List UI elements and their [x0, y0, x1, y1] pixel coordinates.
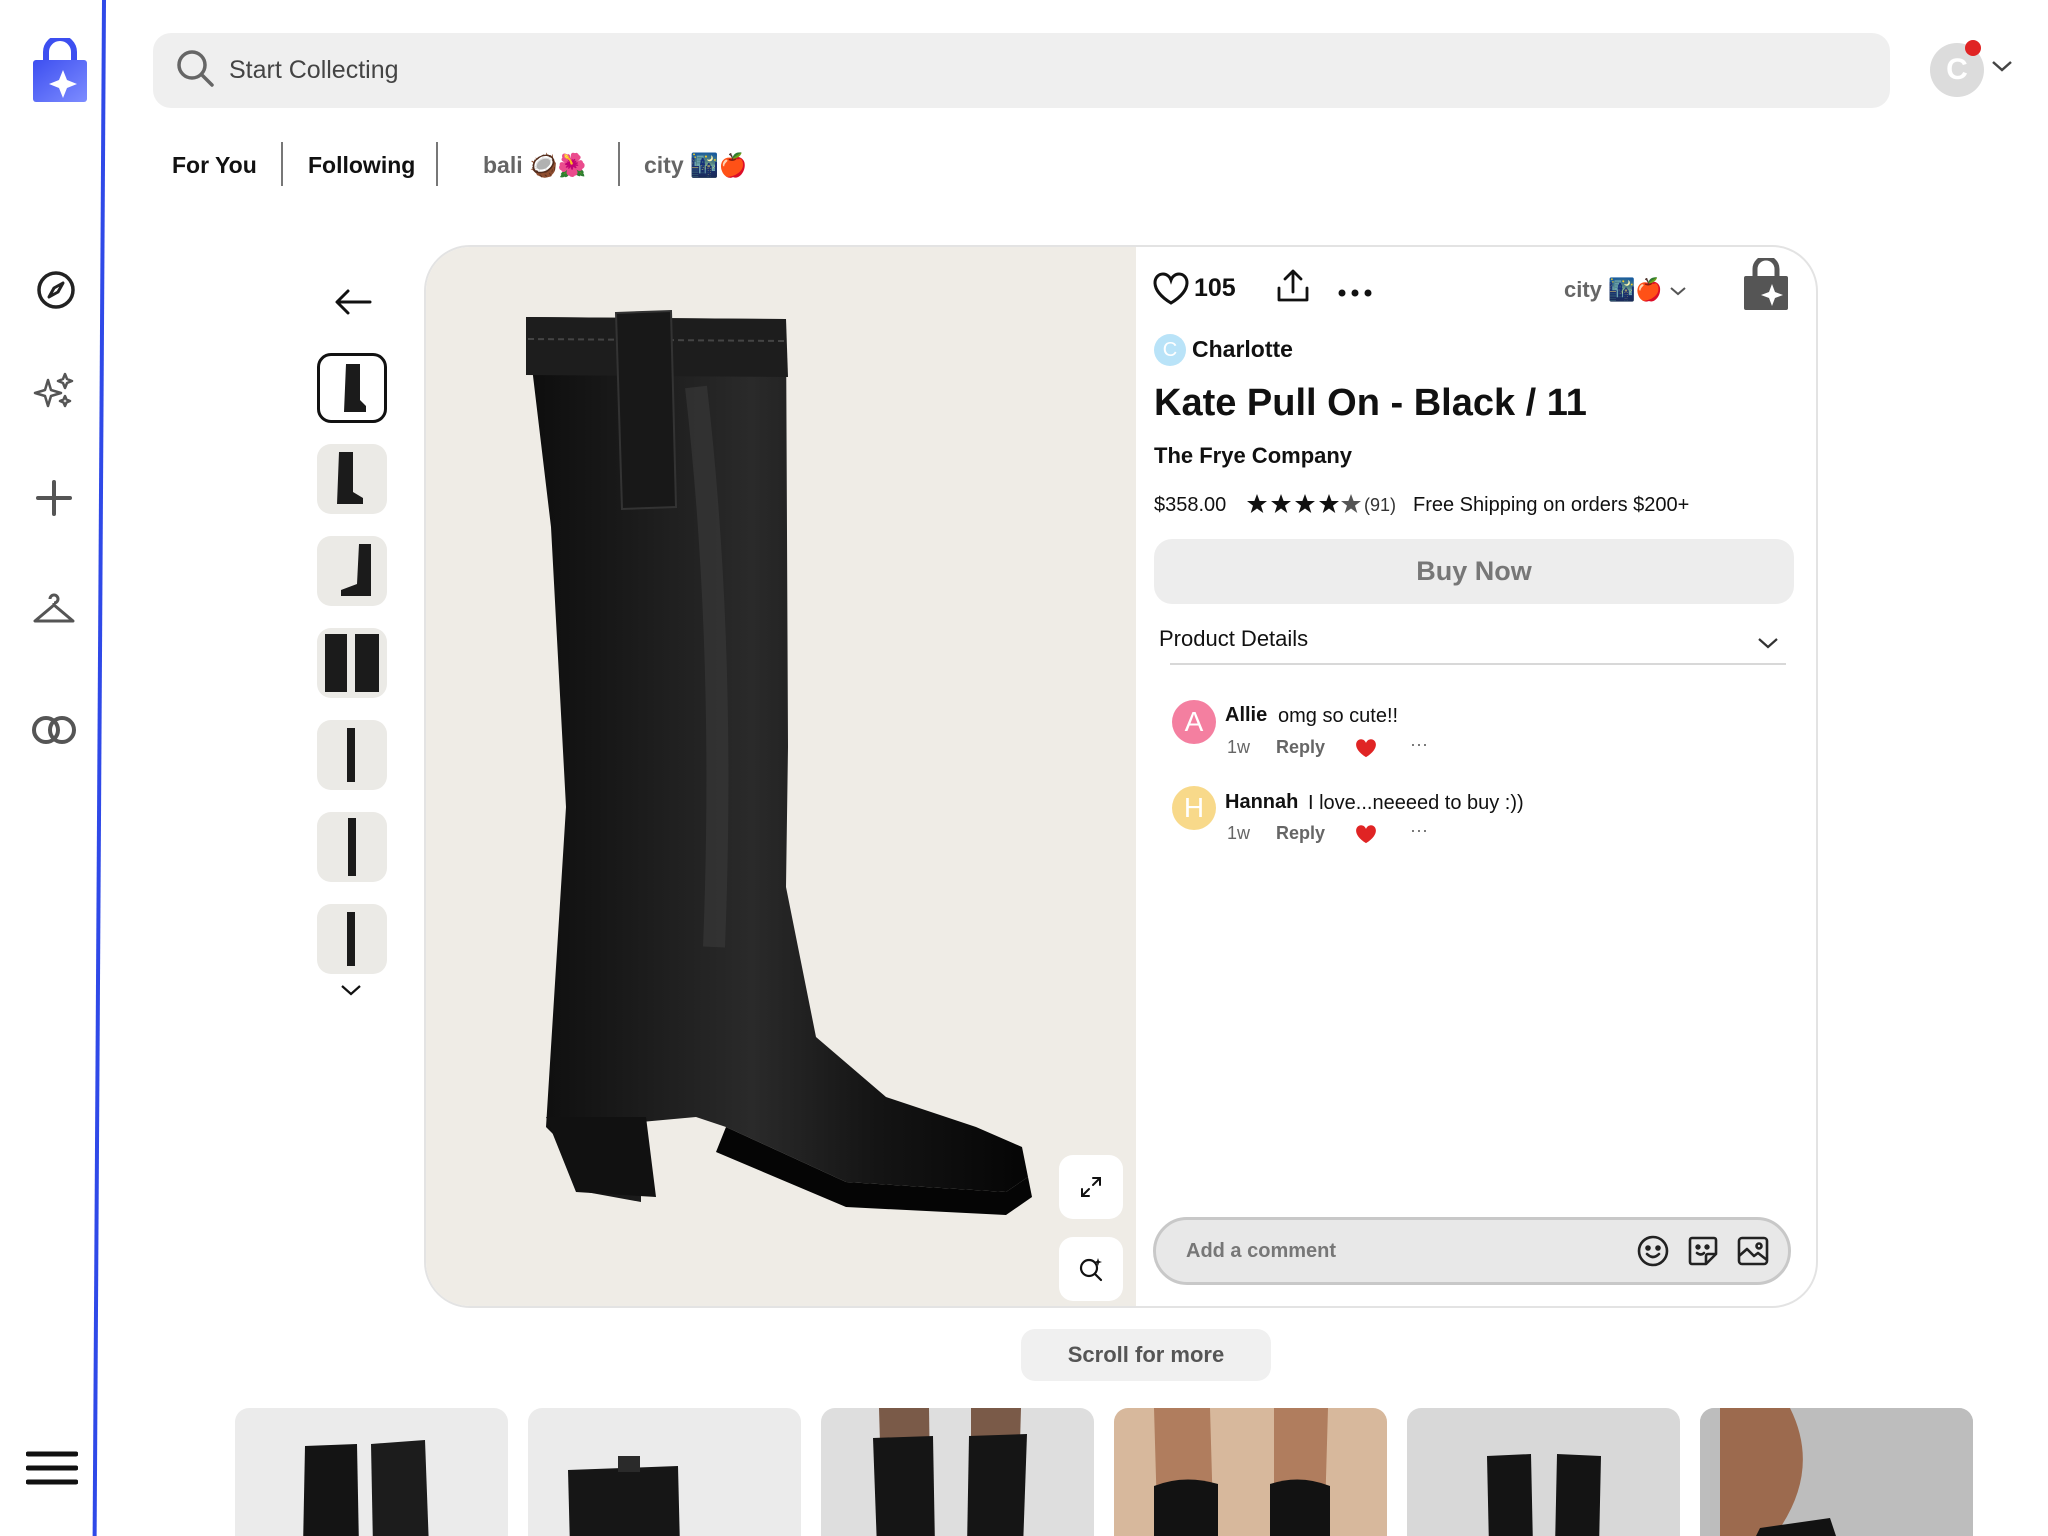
comment-text: omg so cute!!: [1278, 705, 1399, 727]
tab-for-you[interactable]: For You: [172, 142, 257, 188]
hanger-icon[interactable]: [24, 580, 84, 640]
search-icon: [175, 48, 215, 93]
collection-label: city 🌃🍎: [1564, 277, 1663, 302]
heart-outline-icon[interactable]: [1152, 272, 1190, 311]
product-tile[interactable]: [235, 1408, 508, 1536]
curator-name[interactable]: Charlotte: [1192, 336, 1293, 363]
like-count: 105: [1194, 274, 1236, 302]
avatar[interactable]: H: [1172, 786, 1216, 830]
sparkles-icon[interactable]: [24, 362, 84, 422]
logo-icon[interactable]: [28, 38, 92, 104]
comment-text: I love...neeeed to buy :)): [1308, 792, 1524, 814]
share-icon[interactable]: [1276, 268, 1310, 309]
app-root: C For You Following bali 🥥🌺 city 🌃🍎: [0, 0, 2048, 1536]
shipping-info: Free Shipping on orders $200+: [1413, 494, 1690, 516]
heart-filled-icon[interactable]: [1354, 738, 1378, 764]
sidebar-divider: [92, 0, 106, 1536]
reply-button[interactable]: Reply: [1276, 823, 1325, 844]
rating-stars: [1246, 493, 1362, 520]
product-tile[interactable]: [821, 1408, 1094, 1536]
product-tile[interactable]: [1700, 1408, 1973, 1536]
thumbnail[interactable]: [317, 353, 387, 423]
notification-dot: [1965, 40, 1981, 56]
curator-avatar[interactable]: C: [1154, 334, 1186, 366]
thumbnail[interactable]: [317, 444, 387, 514]
chevron-down-icon[interactable]: [1757, 636, 1779, 655]
product-tile[interactable]: [528, 1408, 801, 1536]
avatar-initial: A: [1184, 706, 1204, 737]
avatar-initial: H: [1183, 792, 1205, 823]
menu-icon[interactable]: [22, 1438, 82, 1498]
comment-more-button[interactable]: ···: [1410, 820, 1428, 841]
thumbnail[interactable]: [317, 720, 387, 790]
image-icon[interactable]: [1736, 1234, 1770, 1273]
collection-selector[interactable]: city 🌃🍎: [1564, 277, 1687, 303]
expand-button[interactable]: [1059, 1155, 1123, 1219]
visual-search-button[interactable]: [1059, 1237, 1123, 1301]
tab-bali[interactable]: bali 🥥🌺: [483, 142, 586, 188]
compass-icon[interactable]: [26, 260, 86, 320]
avatar[interactable]: A: [1172, 700, 1216, 744]
comment-more-button[interactable]: ···: [1410, 734, 1428, 755]
plus-icon[interactable]: [24, 468, 84, 528]
emoji-icon[interactable]: [1636, 1234, 1670, 1273]
product-price: $358.00: [1154, 494, 1227, 516]
review-count[interactable]: (91): [1364, 495, 1396, 516]
search-bar[interactable]: [153, 33, 1890, 108]
comment-time: 1w: [1227, 823, 1251, 843]
comment-time: 1w: [1227, 737, 1251, 757]
product-card: [424, 245, 1818, 1308]
product-details-toggle[interactable]: Product Details: [1159, 626, 1308, 652]
tab-city[interactable]: city 🌃🍎: [644, 142, 747, 188]
tab-divider: [618, 142, 620, 186]
product-image: [426, 247, 1136, 1306]
tab-divider: [436, 142, 438, 186]
thumbnail[interactable]: [317, 904, 387, 974]
more-options-icon[interactable]: [1338, 284, 1372, 302]
chevron-down-icon[interactable]: [339, 982, 363, 1003]
sticker-icon[interactable]: [1686, 1234, 1720, 1273]
comment-author[interactable]: Allie: [1225, 704, 1267, 727]
user-initial: C: [1946, 53, 1968, 86]
details-divider: [1170, 663, 1786, 665]
shopping-bag-icon[interactable]: [1742, 255, 1790, 317]
heart-filled-icon[interactable]: [1354, 824, 1378, 850]
search-input[interactable]: [229, 56, 1729, 85]
product-tile[interactable]: [1114, 1408, 1387, 1536]
thumbnail[interactable]: [317, 628, 387, 698]
product-tile[interactable]: [1407, 1408, 1680, 1536]
tab-following[interactable]: Following: [308, 142, 415, 188]
chevron-down-icon[interactable]: [1990, 58, 2014, 79]
rings-icon[interactable]: [24, 700, 84, 760]
scroll-for-more-button[interactable]: Scroll for more: [1021, 1329, 1271, 1381]
thumbnail[interactable]: [317, 536, 387, 606]
comment-box[interactable]: [1153, 1217, 1791, 1285]
product-brand[interactable]: The Frye Company: [1154, 443, 1352, 469]
reply-button[interactable]: Reply: [1276, 737, 1325, 758]
chevron-down-icon: [1669, 277, 1687, 302]
product-title: Kate Pull On - Black / 11: [1154, 382, 1587, 424]
tab-divider: [281, 142, 283, 186]
thumbnail[interactable]: [317, 812, 387, 882]
comment-author[interactable]: Hannah: [1225, 791, 1298, 814]
buy-now-button[interactable]: Buy Now: [1154, 539, 1794, 604]
back-arrow-icon[interactable]: [334, 288, 372, 321]
comment-input[interactable]: [1186, 1239, 1586, 1263]
curator-initial: C: [1162, 338, 1178, 361]
